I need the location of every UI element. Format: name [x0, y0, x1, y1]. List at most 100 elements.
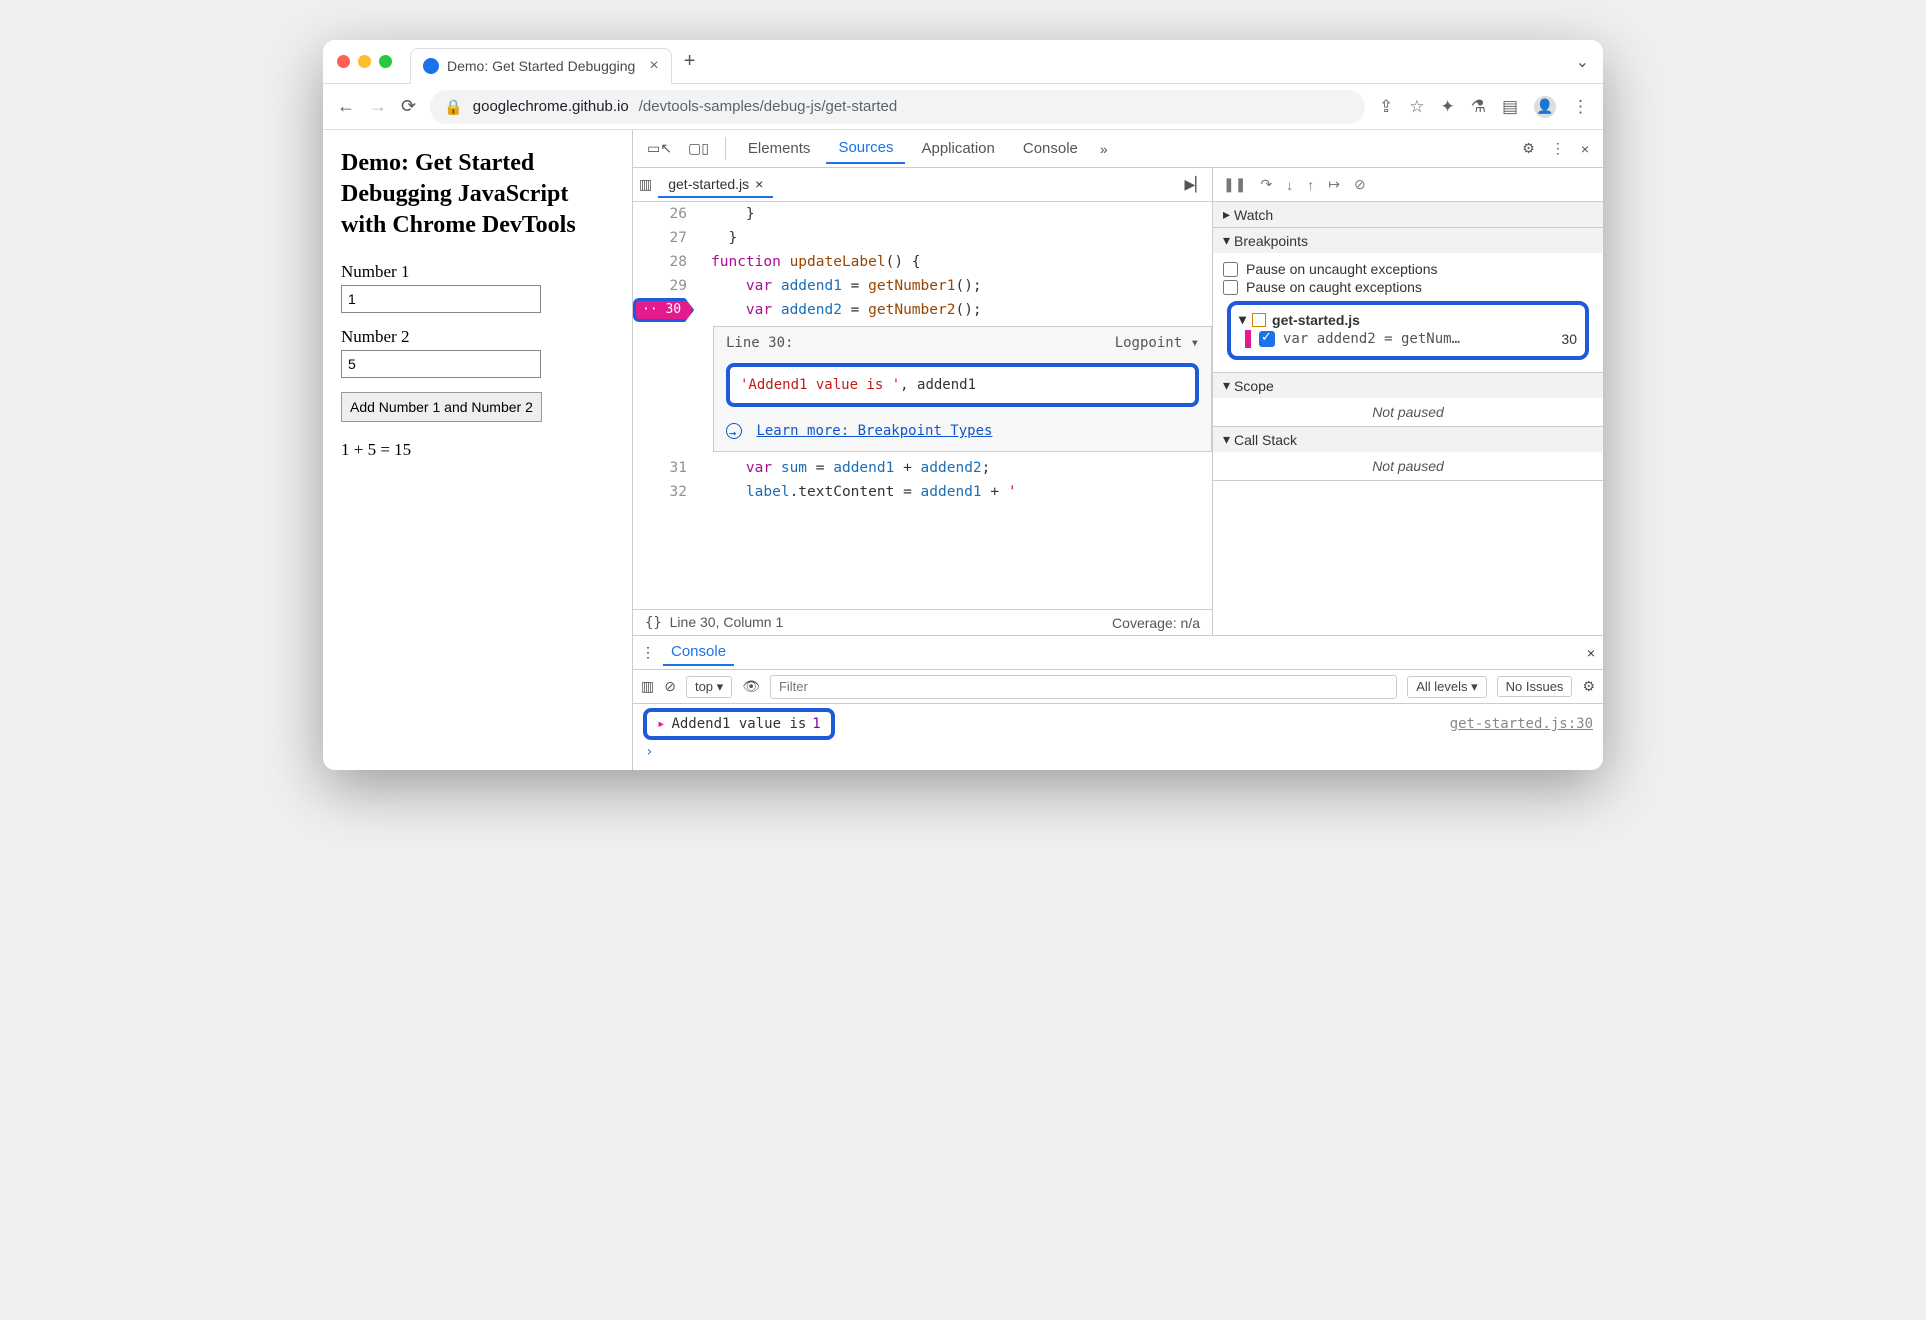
- labs-icon[interactable]: ⚗: [1471, 97, 1486, 117]
- number2-input[interactable]: [341, 350, 541, 378]
- sources-toolbar: ▥ get-started.js × ▶▏: [633, 168, 1212, 202]
- drawer-tab-console[interactable]: Console: [663, 639, 734, 666]
- file-tab[interactable]: get-started.js ×: [658, 172, 773, 198]
- cursor-position: Line 30, Column 1: [670, 614, 784, 630]
- tabs-dropdown-icon[interactable]: ⌄: [1576, 52, 1589, 72]
- breakpoints-section: ▾ Breakpoints Pause on uncaught exceptio…: [1213, 228, 1603, 373]
- tab-elements[interactable]: Elements: [736, 134, 823, 163]
- more-tabs-icon[interactable]: »: [1094, 137, 1114, 161]
- log-levels-dropdown[interactable]: All levels ▾: [1407, 676, 1486, 698]
- more-files-icon[interactable]: ▶▏: [1184, 176, 1206, 193]
- logpoint-indicator: [1245, 330, 1251, 348]
- maximize-window-button[interactable]: [379, 55, 392, 68]
- logpoint-line-label: Line 30:: [726, 331, 793, 355]
- pause-uncaught-checkbox[interactable]: Pause on uncaught exceptions: [1223, 261, 1593, 277]
- logpoint-editor: Line 30: Logpoint ▾ 'Addend1 value is ',…: [713, 326, 1212, 452]
- learn-more-icon: [726, 423, 742, 439]
- live-expression-icon[interactable]: 👁: [742, 678, 760, 695]
- devtools-tabs: ▭↖ ▢▯ Elements Sources Application Conso…: [633, 130, 1603, 168]
- reading-list-icon[interactable]: ▤: [1502, 97, 1518, 117]
- pause-caught-checkbox[interactable]: Pause on caught exceptions: [1223, 279, 1593, 295]
- settings-icon[interactable]: ⚙: [1516, 136, 1541, 161]
- add-button[interactable]: Add Number 1 and Number 2: [341, 392, 542, 422]
- issues-button[interactable]: No Issues: [1497, 676, 1573, 697]
- log-message: ▸ Addend1 value is 1: [643, 708, 835, 740]
- gutter: 26: [633, 202, 697, 226]
- breakpoint-file-header[interactable]: ▾ get-started.js: [1239, 311, 1577, 328]
- drawer-menu-icon[interactable]: ⋮: [641, 644, 655, 661]
- step-out-icon[interactable]: ↑: [1307, 177, 1314, 193]
- reload-button[interactable]: ⟳: [401, 96, 416, 117]
- editor-status-bar: {} Line 30, Column 1 Coverage: n/a: [633, 609, 1212, 635]
- pause-icon[interactable]: ❚❚: [1223, 176, 1246, 193]
- chrome-menu-icon[interactable]: ⋮: [1572, 97, 1589, 117]
- browser-tab[interactable]: Demo: Get Started Debugging ×: [410, 48, 672, 84]
- code-editor[interactable]: 26 } 27 } 28function updateLabel() { 29 …: [633, 202, 1212, 609]
- tab-title: Demo: Get Started Debugging: [447, 58, 635, 74]
- traffic-lights: [337, 55, 392, 68]
- breakpoint-entry[interactable]: var addend2 = getNum… 30: [1239, 328, 1577, 350]
- close-devtools-icon[interactable]: ×: [1575, 137, 1595, 161]
- close-file-icon[interactable]: ×: [755, 176, 763, 192]
- result-text: 1 + 5 = 15: [341, 440, 614, 460]
- deactivate-breakpoints-icon[interactable]: ⊘: [1354, 176, 1366, 193]
- scope-section[interactable]: ▾ Scope Not paused: [1213, 373, 1603, 427]
- breakpoint-checkbox[interactable]: [1259, 331, 1275, 347]
- demo-page: Demo: Get Started Debugging JavaScript w…: [323, 130, 633, 770]
- call-stack-section[interactable]: ▾ Call Stack Not paused: [1213, 427, 1603, 481]
- breakpoint-file-group: ▾ get-started.js var addend2 = getNum… 3…: [1227, 301, 1589, 360]
- learn-more-link[interactable]: Learn more: Breakpoint Types: [756, 423, 992, 439]
- toolbar-icons: ⇪ ☆ ✦ ⚗ ▤ 👤 ⋮: [1379, 96, 1589, 118]
- step-into-icon[interactable]: ↓: [1286, 177, 1293, 193]
- close-tab-icon[interactable]: ×: [649, 57, 658, 75]
- divider: [725, 137, 726, 159]
- url-input[interactable]: 🔒 googlechrome.github.io/devtools-sample…: [430, 90, 1365, 124]
- number2-label: Number 2: [341, 327, 614, 347]
- page-heading: Demo: Get Started Debugging JavaScript w…: [341, 148, 614, 242]
- content-area: Demo: Get Started Debugging JavaScript w…: [323, 130, 1603, 770]
- context-selector[interactable]: top ▾: [686, 676, 732, 698]
- pretty-print-icon[interactable]: {}: [645, 615, 662, 631]
- extensions-icon[interactable]: ✦: [1440, 97, 1454, 117]
- address-bar: ← → ⟳ 🔒 googlechrome.github.io/devtools-…: [323, 84, 1603, 130]
- devtools: ▭↖ ▢▯ Elements Sources Application Conso…: [633, 130, 1603, 770]
- tab-sources[interactable]: Sources: [826, 133, 905, 164]
- bookmark-icon[interactable]: ☆: [1409, 97, 1424, 117]
- console-filter-input[interactable]: [770, 675, 1397, 699]
- device-toggle-icon[interactable]: ▢▯: [682, 136, 715, 161]
- step-over-icon[interactable]: ↷: [1260, 176, 1272, 193]
- step-icon[interactable]: ↦: [1328, 176, 1340, 193]
- sources-panel: ▥ get-started.js × ▶▏ 26 } 27 } 28functi…: [633, 168, 1213, 635]
- back-button[interactable]: ←: [337, 96, 355, 117]
- number1-input[interactable]: [341, 285, 541, 313]
- minimize-window-button[interactable]: [358, 55, 371, 68]
- url-path: /devtools-samples/debug-js/get-started: [639, 98, 897, 115]
- browser-window: Demo: Get Started Debugging × + ⌄ ← → ⟳ …: [323, 40, 1603, 770]
- navigator-toggle-icon[interactable]: ▥: [639, 176, 652, 193]
- logpoint-expression[interactable]: 'Addend1 value is ', addend1: [726, 363, 1199, 407]
- console-sidebar-icon[interactable]: ▥: [641, 678, 654, 695]
- debugger-panel: ❚❚ ↷ ↓ ↑ ↦ ⊘ ▸ Watch ▾ Breakpoints Pause…: [1213, 168, 1603, 635]
- console-settings-icon[interactable]: ⚙: [1582, 678, 1595, 695]
- clear-console-icon[interactable]: ⊘: [664, 678, 676, 695]
- profile-avatar[interactable]: 👤: [1534, 96, 1556, 118]
- tab-application[interactable]: Application: [909, 134, 1006, 163]
- close-drawer-icon[interactable]: ×: [1587, 645, 1595, 661]
- close-window-button[interactable]: [337, 55, 350, 68]
- lock-icon: 🔒: [444, 98, 463, 116]
- kebab-menu-icon[interactable]: ⋮: [1545, 136, 1571, 161]
- logpoint-marker[interactable]: ·· 30: [633, 298, 694, 322]
- logpoint-type-dropdown[interactable]: Logpoint ▾: [1115, 331, 1199, 355]
- watch-section[interactable]: ▸ Watch: [1213, 202, 1603, 228]
- forward-button[interactable]: →: [369, 96, 387, 117]
- tab-console[interactable]: Console: [1011, 134, 1090, 163]
- console-log-entry: ▸ Addend1 value is 1 get-started.js:30: [633, 704, 1603, 744]
- new-tab-button[interactable]: +: [684, 50, 696, 73]
- url-domain: googlechrome.github.io: [473, 98, 629, 115]
- share-icon[interactable]: ⇪: [1379, 97, 1393, 117]
- number1-label: Number 1: [341, 262, 614, 282]
- inspect-icon[interactable]: ▭↖: [641, 136, 678, 161]
- favicon-icon: [423, 58, 439, 74]
- log-source-link[interactable]: get-started.js:30: [1450, 716, 1593, 732]
- console-prompt[interactable]: ›: [633, 744, 1603, 770]
